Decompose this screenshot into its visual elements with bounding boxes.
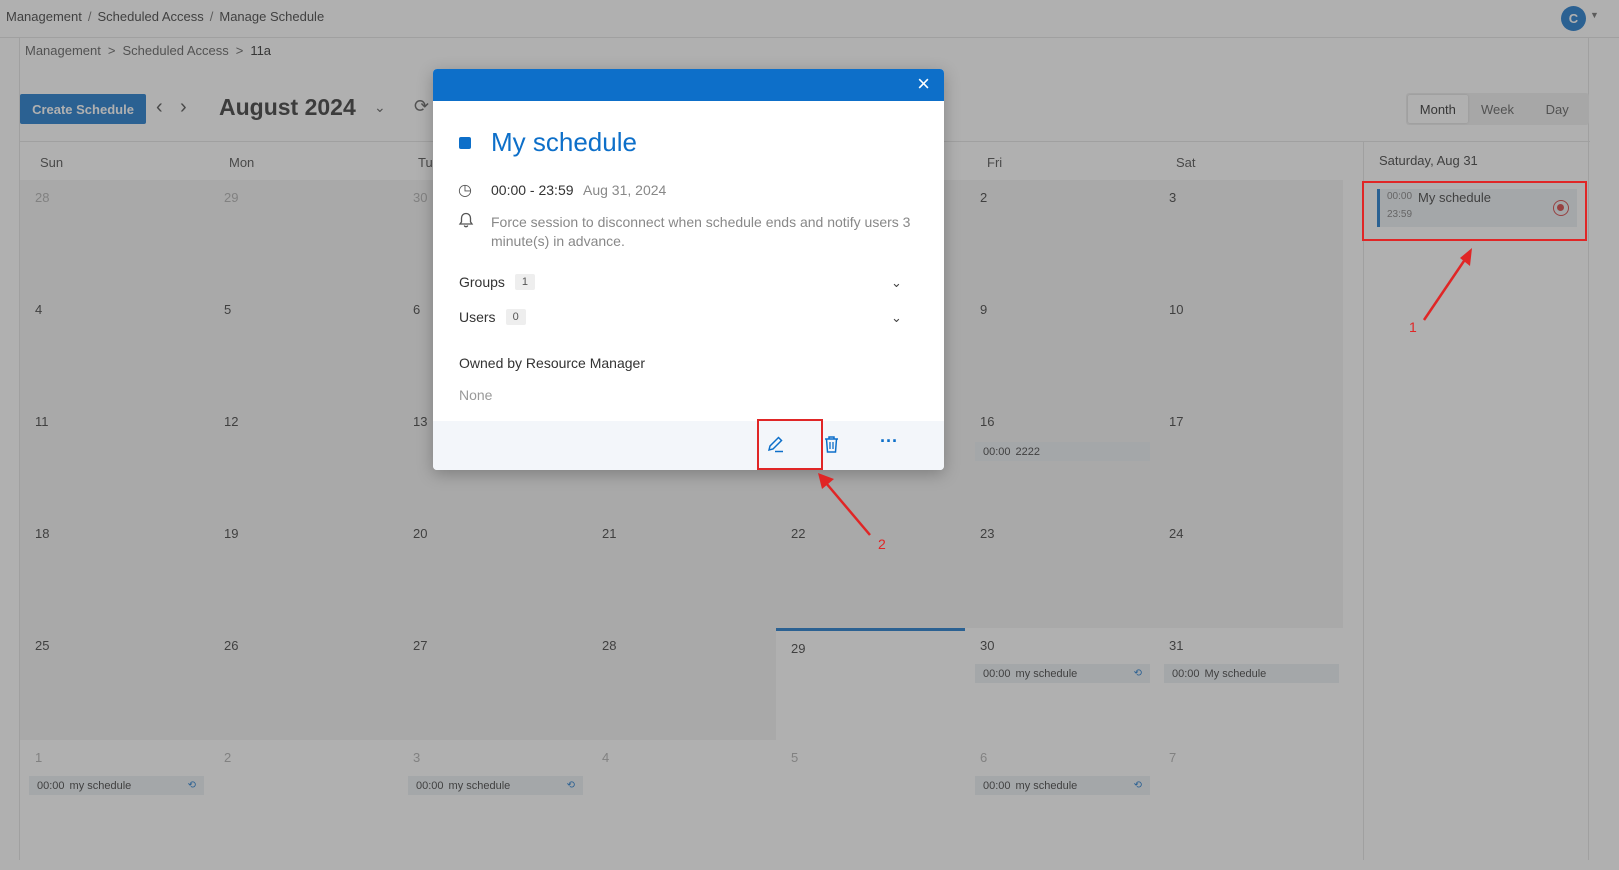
annotation-arrow-1 <box>1422 248 1472 321</box>
annotation-number-2: 2 <box>878 536 886 552</box>
clock-icon: ◷ <box>458 182 472 199</box>
trash-icon[interactable] <box>823 435 840 459</box>
chevron-down-icon[interactable]: ⌄ <box>891 275 902 291</box>
owner-value: None <box>459 387 493 403</box>
annotation-number-1: 1 <box>1409 319 1417 335</box>
users-label: Users <box>459 309 496 325</box>
owner-label: Owned by Resource Manager <box>459 355 645 371</box>
users-row[interactable]: Users 0 <box>459 309 526 325</box>
highlight-box-1 <box>1362 181 1587 241</box>
modal-time-range: 00:00 - 23:59 <box>491 182 574 198</box>
groups-row[interactable]: Groups 1 <box>459 274 536 290</box>
groups-count-badge: 1 <box>514 274 536 290</box>
bell-icon <box>458 212 474 234</box>
chevron-down-icon[interactable]: ⌄ <box>891 310 902 326</box>
color-square-icon <box>459 137 471 149</box>
groups-label: Groups <box>459 274 505 290</box>
modal-header: × <box>433 69 944 101</box>
modal-footer: ··· <box>433 421 944 470</box>
modal-date: Aug 31, 2024 <box>583 182 667 198</box>
highlight-box-2 <box>757 419 823 470</box>
users-count-badge: 0 <box>505 309 526 325</box>
modal-title: My schedule <box>491 127 637 157</box>
more-options-icon[interactable]: ··· <box>880 431 898 452</box>
annotation-arrow-2 <box>818 473 871 536</box>
modal-notice: Force session to disconnect when schedul… <box>491 214 911 249</box>
schedule-detail-modal: × My schedule ◷ 00:00 - 23:59 Aug 31, 20… <box>433 69 944 470</box>
close-icon[interactable]: × <box>917 71 930 97</box>
